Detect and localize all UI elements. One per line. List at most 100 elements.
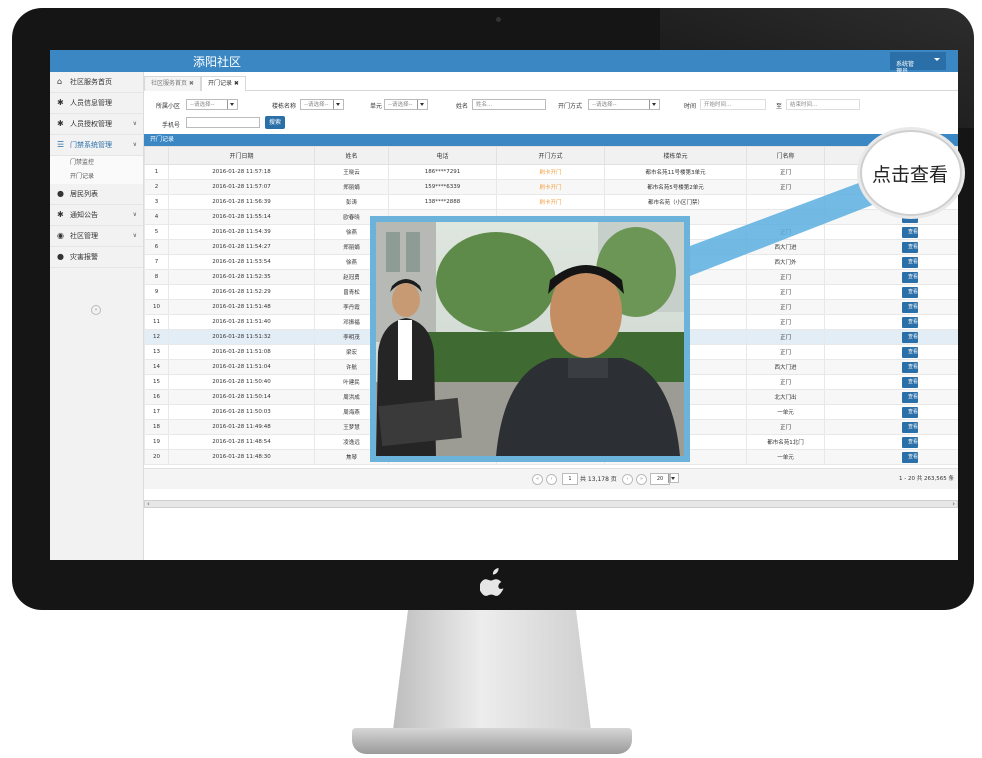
column-header[interactable]: 开门方式: [496, 146, 605, 165]
view-button[interactable]: 查看: [902, 256, 918, 268]
cell-door: [746, 209, 825, 225]
cell-action: 查看: [824, 314, 958, 330]
info-icon: ●: [57, 252, 64, 261]
view-button[interactable]: 查看: [902, 331, 918, 343]
cell-door: 正门: [746, 374, 825, 390]
sidebar-item-notices[interactable]: ✱ 通知公告 ∨: [50, 205, 143, 226]
scroll-left-icon[interactable]: ‹: [147, 500, 150, 508]
sidebar-item-alarm[interactable]: ● 灾害报警: [50, 247, 143, 268]
table-row[interactable]: 2 2016-01-28 11:57:07 郑丽娟 159****6339 刷卡开门 都市…: [144, 179, 958, 195]
view-button[interactable]: 查看: [902, 436, 918, 448]
cell-phone: 138****2888: [388, 194, 497, 210]
cell-action: 查看: [824, 389, 958, 405]
time-start-input[interactable]: 开始时间...: [700, 99, 766, 110]
unit-select[interactable]: --请选择--: [384, 99, 428, 110]
column-header[interactable]: 门名称: [746, 146, 825, 165]
cell-open-mode: 刷卡开门: [496, 164, 605, 180]
view-button[interactable]: 查看: [902, 451, 918, 463]
cell-unit: 都市名苑11号楼第3单元: [604, 164, 747, 180]
user-menu[interactable]: 系统管 理员: [890, 52, 946, 75]
pagination: « ‹ 1 共 13,178 页 › » 20 1 - 20 共 263,565…: [144, 468, 958, 489]
row-index: 12: [144, 329, 169, 345]
sidebar-subitem-monitor[interactable]: 门禁监控: [50, 156, 143, 170]
sidebar-item-residents[interactable]: ● 居民列表: [50, 184, 143, 205]
sidebar-item-access[interactable]: ☰ 门禁系统管理 ∨: [50, 135, 143, 156]
column-header[interactable]: 开门日期: [168, 146, 315, 165]
table-header-row: 开门日期 姓名 电话 开门方式 楼栋单元 门名称 操作: [144, 146, 958, 165]
gear-icon: ✱: [57, 119, 64, 128]
page-size-select[interactable]: 20: [650, 473, 670, 485]
row-index: 8: [144, 269, 169, 285]
cell-action: 查看: [824, 419, 958, 435]
list-icon: ☰: [57, 140, 65, 149]
column-header[interactable]: 楼栋单元: [604, 146, 747, 165]
sidebar-item-home[interactable]: ⌂ 社区服务首页: [50, 72, 143, 93]
open-mode-select-value: --请选择--: [592, 102, 617, 108]
phone-label: 手机号: [162, 122, 181, 129]
chevron-down-icon: ∨: [132, 141, 137, 148]
view-button[interactable]: 查看: [902, 346, 918, 358]
row-index: 1: [144, 164, 169, 180]
cell-date: 2016-01-28 11:50:03: [168, 404, 315, 420]
phone-input[interactable]: [186, 117, 260, 128]
time-end-input[interactable]: 结束时间...: [786, 99, 860, 110]
community-select-value: --请选择--: [190, 102, 215, 108]
page-input[interactable]: 1: [562, 473, 578, 485]
next-page-button[interactable]: ›: [622, 474, 633, 485]
scroll-right-icon[interactable]: ›: [952, 500, 955, 508]
cell-unit: 都市名苑5号楼第2单元: [604, 179, 747, 195]
prev-page-button[interactable]: ‹: [546, 474, 557, 485]
row-index: 16: [144, 389, 169, 405]
view-button[interactable]: 查看: [902, 361, 918, 373]
column-header[interactable]: 电话: [388, 146, 497, 165]
horizontal-scrollbar[interactable]: ‹ ›: [144, 500, 958, 508]
view-button[interactable]: 查看: [902, 301, 918, 313]
row-index: 10: [144, 299, 169, 315]
cell-door: 正门: [746, 329, 825, 345]
globe-icon: ◉: [57, 231, 64, 240]
chevron-down-icon: ∨: [132, 232, 137, 239]
tab-open-records[interactable]: 开门记录 ✖: [201, 76, 246, 91]
table-row[interactable]: 3 2016-01-28 11:56:39 彭涛 138****2888 刷卡开门 都市名…: [144, 194, 958, 210]
view-button[interactable]: 查看: [902, 316, 918, 328]
info-icon: ●: [57, 189, 64, 198]
view-button[interactable]: 查看: [902, 226, 918, 238]
open-mode-select[interactable]: --请选择--: [588, 99, 660, 110]
row-index: 6: [144, 239, 169, 255]
tab-home[interactable]: 社区服务首页 ✖: [144, 76, 201, 91]
page-size-dropdown[interactable]: [668, 473, 679, 483]
sidebar-item-label: 人员授权管理: [70, 120, 112, 128]
view-button[interactable]: 查看: [902, 286, 918, 298]
cell-date: 2016-01-28 11:51:32: [168, 329, 315, 345]
view-button[interactable]: 查看: [902, 391, 918, 403]
sidebar-item-auth[interactable]: ✱ 人员授权管理 ∨: [50, 114, 143, 135]
view-button[interactable]: 查看: [902, 421, 918, 433]
building-select-value: --请选择--: [304, 102, 329, 108]
cell-door: 正门: [746, 419, 825, 435]
cell-door: 正门: [746, 269, 825, 285]
view-button[interactable]: 查看: [902, 376, 918, 388]
sidebar-item-people[interactable]: ✱ 人员信息管理: [50, 93, 143, 114]
cell-door: 正门: [746, 224, 825, 240]
last-page-button[interactable]: »: [636, 474, 647, 485]
tab-bar: 社区服务首页 ✖ 开门记录 ✖: [144, 74, 958, 91]
sidebar-collapse-button[interactable]: «: [91, 305, 101, 315]
sidebar-subitem-records[interactable]: 开门记录: [50, 170, 143, 184]
community-select[interactable]: --请选择--: [186, 99, 238, 110]
sidebar-item-label: 灾害报警: [70, 253, 98, 261]
cell-phone: 159****6339: [388, 179, 497, 195]
cell-date: 2016-01-28 11:52:35: [168, 269, 315, 285]
table-row[interactable]: 1 2016-01-28 11:57:18 王晓云 186****7291 刷卡开门 都市…: [144, 164, 958, 180]
search-button[interactable]: 搜索: [265, 116, 285, 129]
view-button[interactable]: 查看: [902, 241, 918, 253]
sidebar-item-community[interactable]: ◉ 社区管理 ∨: [50, 226, 143, 247]
name-input[interactable]: 姓名...: [472, 99, 546, 110]
view-button[interactable]: 查看: [902, 271, 918, 283]
sidebar-item-label: 社区服务首页: [70, 78, 112, 86]
chevron-down-icon: [649, 100, 659, 109]
view-button[interactable]: 查看: [902, 406, 918, 418]
column-header[interactable]: 姓名: [314, 146, 389, 165]
first-page-button[interactable]: «: [532, 474, 543, 485]
building-select[interactable]: --请选择--: [300, 99, 344, 110]
gear-icon: ✱: [57, 210, 64, 219]
